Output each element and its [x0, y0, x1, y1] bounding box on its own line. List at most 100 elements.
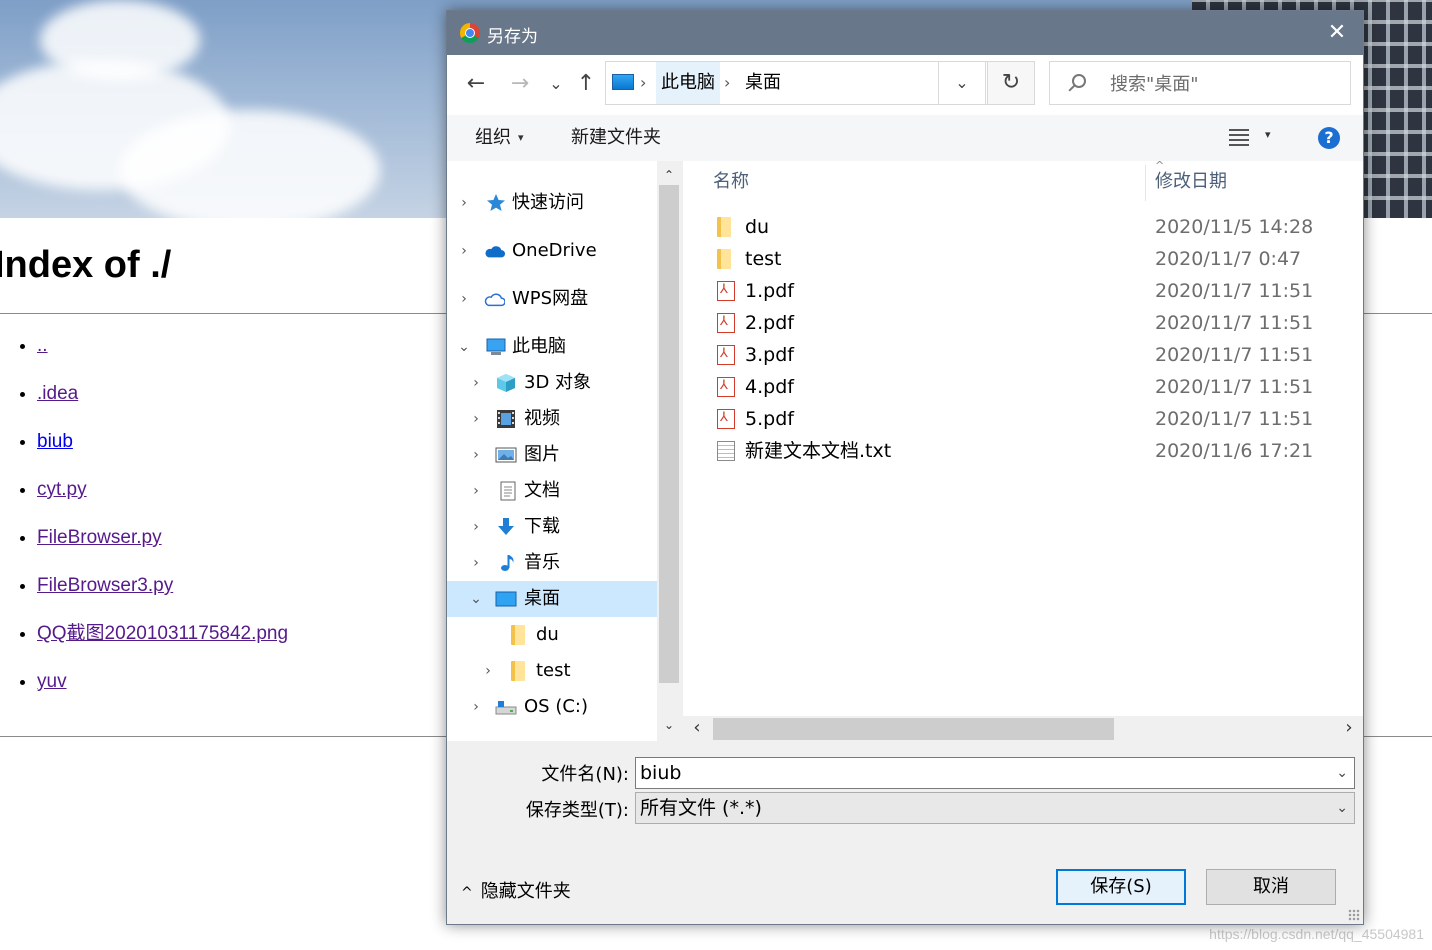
file-row[interactable]: du 2020/11/5 14:28 [683, 211, 1363, 243]
scroll-left-icon[interactable]: ‹ [685, 716, 709, 740]
file-name: 新建文本文档.txt [745, 440, 892, 462]
caret-down-icon[interactable]: ▾ [1265, 128, 1271, 141]
nav-item-videos[interactable]: › 视频 [447, 401, 657, 437]
organize-button[interactable]: 组织 ▾ [475, 115, 524, 161]
hide-folders-toggle[interactable]: ^ 隐藏文件夹 [461, 877, 571, 903]
folder-icon [717, 249, 731, 269]
save-button[interactable]: 保存(S) [1056, 869, 1186, 905]
file-link[interactable]: yuv [37, 671, 67, 692]
filetype-select[interactable]: 所有文件 (*.*) ⌄ [635, 792, 1355, 824]
nav-item-3d-objects[interactable]: › 3D 对象 [447, 365, 657, 401]
folder-icon [511, 625, 525, 645]
column-header-date-modified[interactable]: 修改日期 [1155, 161, 1227, 203]
nav-item-pictures[interactable]: › 图片 [447, 437, 657, 473]
file-name: 1.pdf [745, 280, 794, 302]
nav-item-quick-access[interactable]: › 快速访问 [447, 185, 657, 221]
filename-input[interactable]: biub ⌄ [635, 757, 1355, 789]
scroll-right-icon[interactable]: › [1337, 716, 1361, 740]
nav-item-desktop[interactable]: ⌄ 桌面 [447, 581, 657, 617]
nav-item-label: 视频 [524, 408, 560, 429]
column-header-name[interactable]: 名称 [713, 161, 749, 203]
help-icon[interactable]: ? [1318, 127, 1340, 149]
chevron-down-icon[interactable]: ⌄ [457, 329, 471, 365]
file-row[interactable]: 1.pdf 2020/11/7 11:51 [683, 274, 1363, 307]
list-item: biub [37, 418, 288, 466]
file-link[interactable]: .idea [37, 383, 78, 404]
file-pane-horizontal-scrollbar[interactable]: ‹ › [683, 716, 1363, 740]
file-link[interactable]: .. [37, 335, 48, 356]
chevron-right-icon[interactable]: › [724, 73, 730, 92]
file-date: 2020/11/7 11:51 [1155, 344, 1314, 366]
chevron-right-icon[interactable]: › [640, 73, 646, 92]
file-link[interactable]: FileBrowser3.py [37, 575, 173, 596]
chevron-right-icon[interactable]: › [469, 473, 483, 509]
scrollbar-thumb[interactable] [713, 718, 1114, 740]
file-link[interactable]: FileBrowser.py [37, 527, 162, 548]
breadcrumb-this-pc[interactable]: 此电脑 [656, 62, 720, 104]
hide-folders-label: 隐藏文件夹 [480, 881, 571, 902]
refresh-button[interactable]: ↻ [987, 61, 1035, 105]
nav-item-documents[interactable]: › 文档 [447, 473, 657, 509]
chevron-up-icon: ^ [461, 885, 473, 901]
chevron-right-icon[interactable]: › [457, 281, 471, 317]
nav-item-os-c[interactable]: › OS (C:) [447, 689, 657, 725]
nav-item-test[interactable]: › test [447, 653, 657, 689]
nav-item-this-pc[interactable]: ⌄ 此电脑 [447, 329, 657, 365]
file-row[interactable]: 2.pdf 2020/11/7 11:51 [683, 306, 1363, 339]
chevron-right-icon[interactable]: › [469, 437, 483, 473]
up-button[interactable]: ↑ [571, 69, 601, 99]
chevron-right-icon[interactable]: › [469, 545, 483, 581]
chevron-down-icon[interactable]: ⌄ [469, 581, 483, 617]
search-input[interactable] [1108, 62, 1342, 106]
nav-item-downloads[interactable]: › 下载 [447, 509, 657, 545]
back-button[interactable]: ← [461, 69, 491, 99]
file-row[interactable]: 5.pdf 2020/11/7 11:51 [683, 402, 1363, 435]
nav-item-wps-drive[interactable]: › WPS网盘 [447, 281, 657, 317]
cancel-button[interactable]: 取消 [1206, 869, 1336, 905]
folder-icon [511, 661, 525, 681]
nav-pane-scrollbar[interactable]: ⌃ ⌄ [657, 161, 681, 741]
chevron-right-icon[interactable]: › [457, 233, 471, 269]
chevron-right-icon[interactable]: › [469, 689, 483, 725]
nav-item-onedrive[interactable]: › OneDrive [447, 233, 657, 269]
chevron-down-icon[interactable]: ⌄ [1336, 758, 1348, 788]
pdf-icon [717, 306, 735, 338]
save-as-dialog: 另存为 ✕ ← → ⌄ ↑ › 此电脑 › 桌面 ⌄ ↻ 组织 ▾ 新建文件夹 ▾… [446, 10, 1364, 925]
file-link[interactable]: QQ截图20201031175842.png [37, 623, 288, 644]
document-icon [500, 481, 516, 501]
nav-item-label: 文档 [524, 480, 560, 501]
recent-locations-button[interactable]: ⌄ [541, 69, 571, 99]
close-button[interactable]: ✕ [1325, 21, 1349, 45]
nav-item-label: 图片 [524, 444, 560, 465]
address-dropdown-button[interactable]: ⌄ [938, 61, 986, 105]
file-link[interactable]: cyt.py [37, 479, 87, 500]
chevron-down-icon[interactable]: ⌄ [1336, 793, 1348, 823]
file-row[interactable]: 4.pdf 2020/11/7 11:51 [683, 370, 1363, 403]
breadcrumb-desktop[interactable]: 桌面 [740, 62, 786, 104]
scrollbar-thumb[interactable] [659, 185, 679, 683]
chevron-right-icon[interactable]: › [469, 365, 483, 401]
column-divider[interactable] [1145, 165, 1146, 201]
file-name: 4.pdf [745, 376, 794, 398]
nav-item-music[interactable]: › 音乐 [447, 545, 657, 581]
resize-grip[interactable] [1348, 909, 1360, 921]
video-icon [497, 410, 515, 428]
file-row[interactable]: test 2020/11/7 0:47 [683, 243, 1363, 275]
file-row[interactable]: 3.pdf 2020/11/7 11:51 [683, 338, 1363, 371]
file-row[interactable]: 新建文本文档.txt 2020/11/6 17:21 [683, 435, 1363, 467]
file-link[interactable]: biub [37, 431, 73, 452]
search-box[interactable] [1049, 61, 1351, 106]
chevron-right-icon[interactable]: › [457, 185, 471, 221]
nav-item-du[interactable]: du [447, 617, 657, 653]
forward-button[interactable]: → [505, 69, 535, 99]
scroll-down-icon[interactable]: ⌄ [657, 713, 681, 737]
new-folder-button[interactable]: 新建文件夹 [571, 115, 661, 161]
chevron-right-icon[interactable]: › [469, 509, 483, 545]
dialog-toolbar: 组织 ▾ 新建文件夹 ▾ ? [447, 115, 1363, 161]
chevron-right-icon[interactable]: › [469, 401, 483, 437]
scroll-up-icon[interactable]: ⌃ [657, 163, 681, 187]
dialog-titlebar[interactable]: 另存为 ✕ [447, 11, 1363, 55]
desktop-icon [495, 591, 517, 607]
view-options-icon[interactable] [1229, 129, 1249, 147]
chevron-right-icon[interactable]: › [481, 653, 495, 689]
